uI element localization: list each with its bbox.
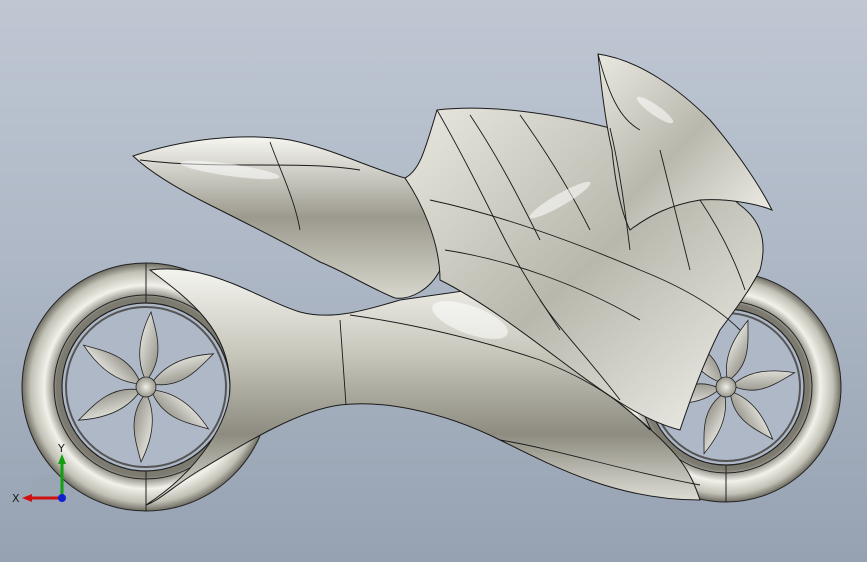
y-axis-label: Y (57, 442, 65, 455)
z-axis-dot-icon (58, 494, 66, 502)
x-axis-label: X (12, 492, 20, 505)
motorcycle-3d-model[interactable] (0, 0, 867, 562)
y-axis-arrow-icon (58, 454, 66, 464)
view-orientation-triad: Y X (12, 442, 66, 505)
x-axis-arrow-icon (22, 494, 32, 502)
graphics-viewport[interactable]: Y X (0, 0, 867, 562)
